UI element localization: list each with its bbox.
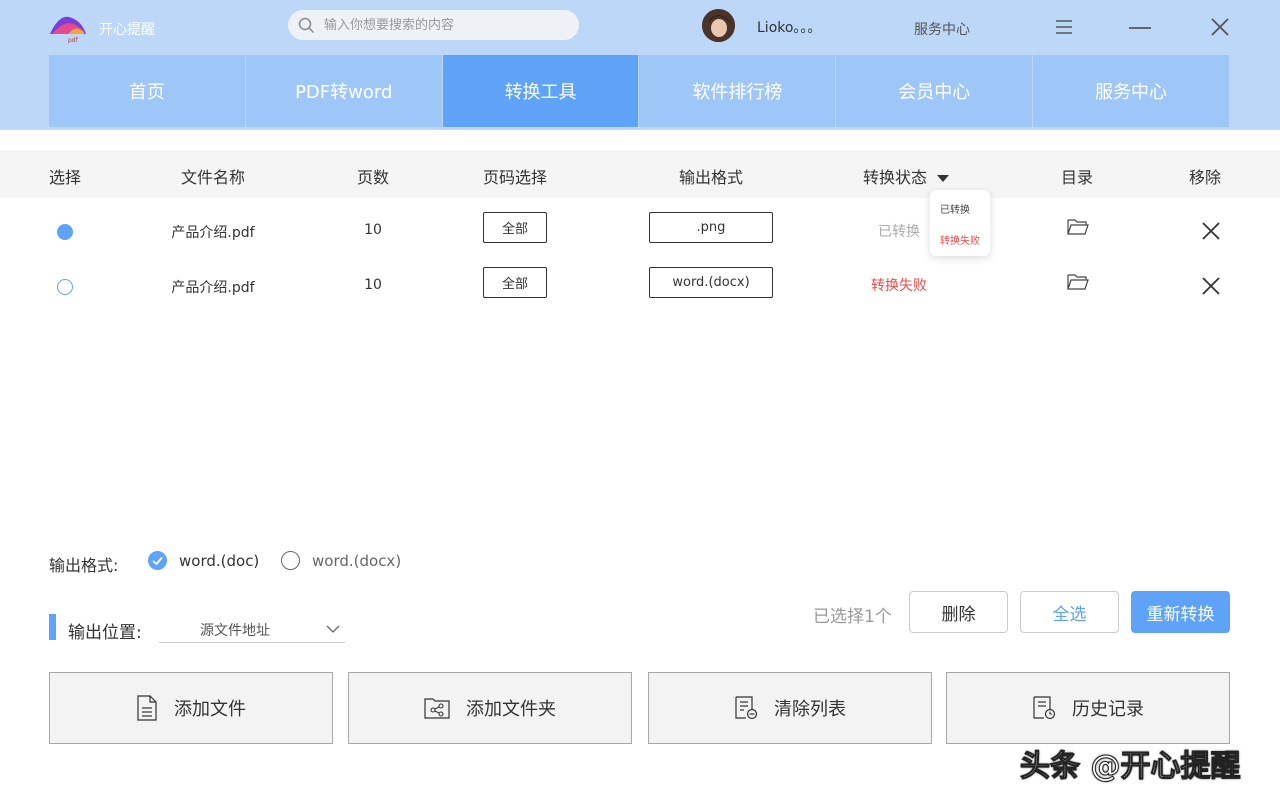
tab-home[interactable]: 首页 bbox=[49, 55, 246, 127]
format-select-button[interactable]: word.(docx) bbox=[649, 267, 773, 298]
tab-service-center[interactable]: 服务中心 bbox=[1033, 55, 1229, 127]
avatar-image-icon bbox=[702, 9, 735, 42]
header: pdf 开心提醒 Lioko。。。 服务中心 bbox=[0, 0, 1280, 130]
format-option-label: word.(docx) bbox=[312, 551, 402, 570]
selected-count: 已选择1个 bbox=[813, 607, 892, 627]
remove-row-button[interactable] bbox=[1200, 220, 1222, 246]
tab-member-center[interactable]: 会员中心 bbox=[836, 55, 1034, 127]
tab-conversion-tools[interactable]: 转换工具 bbox=[442, 55, 640, 127]
section-accent-bar bbox=[49, 614, 56, 640]
table-row: 产品介绍.pdf 10 全部 .png 已转换 bbox=[0, 206, 1280, 256]
format-radio-checked[interactable] bbox=[148, 551, 167, 570]
username[interactable]: Lioko。。。 bbox=[757, 17, 821, 37]
col-filename: 文件名称 bbox=[180, 168, 246, 187]
menu-button[interactable] bbox=[1049, 12, 1079, 42]
search-box[interactable] bbox=[288, 10, 579, 40]
file-icon bbox=[136, 695, 158, 721]
hamburger-icon bbox=[1056, 20, 1072, 34]
add-file-label: 添加文件 bbox=[174, 699, 246, 720]
service-center-link[interactable]: 服务中心 bbox=[914, 19, 970, 39]
output-location-label: 输出位置: bbox=[68, 623, 142, 643]
row-pages: 10 bbox=[364, 222, 382, 238]
clear-list-button[interactable]: 清除列表 bbox=[648, 672, 932, 744]
add-file-button[interactable]: 添加文件 bbox=[49, 672, 333, 744]
output-location-select[interactable]: 源文件地址 bbox=[159, 617, 345, 643]
remove-row-button[interactable] bbox=[1200, 275, 1222, 301]
chevron-down-icon bbox=[326, 625, 340, 633]
main-nav: 首页 PDF转word 转换工具 软件排行榜 会员中心 服务中心 bbox=[49, 55, 1229, 127]
history-button[interactable]: 历史记录 bbox=[946, 672, 1230, 744]
history-label: 历史记录 bbox=[1072, 699, 1144, 720]
row-select-radio[interactable] bbox=[57, 224, 73, 240]
minimize-button[interactable] bbox=[1125, 12, 1155, 42]
delete-button[interactable]: 删除 bbox=[909, 591, 1008, 633]
avatar[interactable] bbox=[702, 9, 735, 42]
page-select-button[interactable]: 全部 bbox=[483, 267, 547, 298]
minimize-icon bbox=[1129, 27, 1151, 29]
close-window-button[interactable] bbox=[1205, 12, 1235, 42]
clear-list-label: 清除列表 bbox=[774, 699, 846, 720]
clear-list-icon bbox=[734, 696, 758, 720]
status-option-converted[interactable]: 已转换 bbox=[940, 201, 970, 216]
format-option-docx[interactable]: word.(docx) bbox=[281, 551, 401, 570]
col-status: 转换状态 bbox=[862, 164, 950, 188]
history-icon bbox=[1032, 696, 1056, 720]
row-filename: 产品介绍.pdf bbox=[171, 225, 255, 241]
app-logo-icon: pdf bbox=[50, 16, 86, 44]
open-directory-button[interactable] bbox=[1067, 218, 1089, 240]
check-icon bbox=[152, 556, 163, 566]
format-radio[interactable] bbox=[281, 551, 300, 570]
output-location-value: 源文件地址 bbox=[200, 623, 270, 639]
close-icon bbox=[1202, 222, 1220, 240]
row-status: 已转换 bbox=[878, 224, 920, 240]
status-filter-dropdown: 已转换 转换失败 bbox=[930, 190, 990, 256]
row-pages: 10 bbox=[364, 277, 382, 293]
add-folder-label: 添加文件夹 bbox=[466, 699, 556, 720]
col-page-select: 页码选择 bbox=[482, 168, 548, 187]
page-select-button[interactable]: 全部 bbox=[483, 212, 547, 243]
reconvert-button[interactable]: 重新转换 bbox=[1131, 591, 1230, 633]
close-icon bbox=[1211, 18, 1229, 36]
col-select: 选择 bbox=[49, 168, 82, 187]
folder-icon bbox=[1067, 219, 1089, 235]
table-header: 选择 文件名称 页数 页码选择 输出格式 转换状态 目录 移除 bbox=[0, 150, 1280, 198]
open-directory-button[interactable] bbox=[1067, 273, 1089, 295]
row-filename: 产品介绍.pdf bbox=[171, 280, 255, 296]
col-status-label: 转换状态 bbox=[862, 168, 928, 187]
row-select-radio[interactable] bbox=[57, 279, 73, 295]
add-folder-button[interactable]: 添加文件夹 bbox=[348, 672, 632, 744]
search-input[interactable] bbox=[324, 10, 569, 40]
folder-share-icon bbox=[424, 697, 450, 719]
row-status: 转换失败 bbox=[871, 278, 927, 294]
folder-icon bbox=[1067, 274, 1089, 290]
output-format-label: 输出格式: bbox=[49, 556, 119, 575]
format-option-doc[interactable]: word.(doc) bbox=[148, 551, 259, 570]
svg-text:pdf: pdf bbox=[68, 37, 79, 44]
close-icon bbox=[1202, 277, 1220, 295]
col-output-format: 输出格式 bbox=[678, 168, 744, 187]
col-directory: 目录 bbox=[1060, 168, 1094, 187]
select-all-button[interactable]: 全选 bbox=[1020, 591, 1119, 633]
search-icon bbox=[298, 17, 315, 34]
app-title: 开心提醒 bbox=[99, 22, 155, 38]
tab-software-ranking[interactable]: 软件排行榜 bbox=[639, 55, 837, 127]
status-filter-caret-icon[interactable] bbox=[937, 175, 950, 182]
format-select-button[interactable]: .png bbox=[649, 212, 773, 243]
watermark: 头条 @开心提醒 bbox=[1019, 749, 1241, 785]
format-option-label: word.(doc) bbox=[179, 551, 260, 570]
tab-pdf-to-word[interactable]: PDF转word bbox=[245, 55, 443, 127]
col-remove: 移除 bbox=[1188, 168, 1222, 187]
table-row: 产品介绍.pdf 10 全部 word.(docx) 转换失败 bbox=[0, 261, 1280, 311]
status-option-failed[interactable]: 转换失败 bbox=[940, 232, 980, 247]
col-pages: 页数 bbox=[356, 168, 390, 187]
